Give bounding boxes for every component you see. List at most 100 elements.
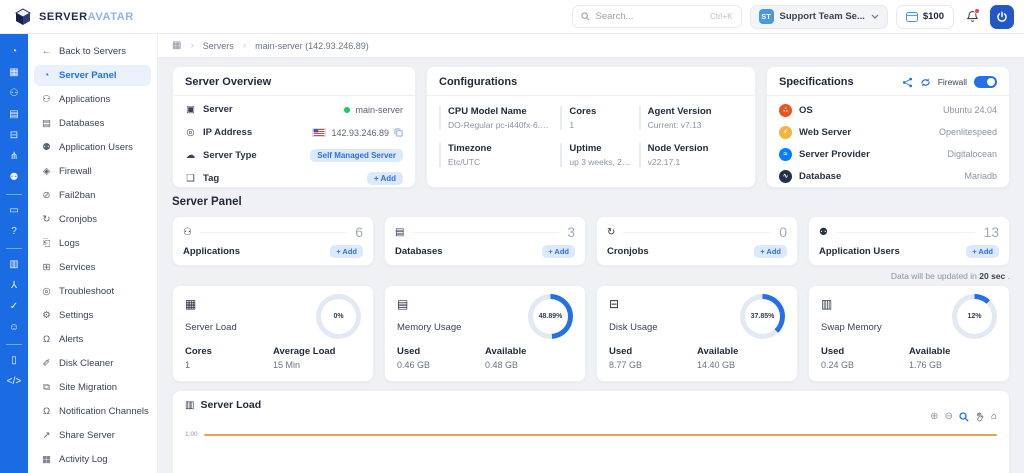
divider: [200, 232, 347, 233]
rail-analytics-icon[interactable]: ▥: [9, 260, 18, 270]
rail-organization-icon[interactable]: ⅄: [11, 281, 17, 291]
logo[interactable]: SERVERAVATAR: [10, 8, 134, 26]
rail-databases-icon[interactable]: ▤: [9, 110, 18, 120]
sidebar-item-troubleshoot[interactable]: ◎Troubleshoot: [34, 281, 151, 302]
config-cpu-model: CPU Model NameDO-Regular pc-i440fx-6.1 C…: [439, 106, 552, 130]
stat-card-application-users[interactable]: ⚉13 Application Users+ Add: [808, 216, 1010, 266]
share-icon[interactable]: [902, 77, 913, 88]
add-application-user-button[interactable]: + Add: [966, 245, 999, 258]
sidebar-item-applications[interactable]: ⚇Applications: [34, 89, 151, 110]
notifications-button[interactable]: [962, 7, 982, 27]
zoom-out-icon[interactable]: ⊖: [945, 412, 953, 422]
overview-row-server-type: ☁Server Type Self Managed Server: [185, 144, 403, 167]
icon-rail: ◔ ▦ ⚇ ▤ ⊟ ⋔ ⚉ ▭ ? ▥ ⅄ ✓ ☺ ▯ </>: [0, 34, 28, 473]
sidebar-item-settings[interactable]: ⚙Settings: [34, 305, 151, 326]
rail-users-icon[interactable]: ⚉: [10, 173, 19, 183]
global-search[interactable]: Ctrl+K: [572, 5, 742, 28]
ubuntu-icon: ∴: [779, 104, 792, 117]
rail-panel-icon[interactable]: ▦: [9, 68, 18, 78]
wallet-button[interactable]: $100: [896, 5, 954, 29]
add-application-button[interactable]: + Add: [330, 245, 363, 258]
monitor-icon: ⊞: [41, 262, 52, 273]
rail-status-icon[interactable]: ✓: [10, 302, 18, 312]
pan-hand-icon[interactable]: [975, 412, 985, 422]
rail-device-icon[interactable]: ▯: [11, 356, 17, 366]
search-icon: [581, 12, 590, 21]
add-cronjob-button[interactable]: + Add: [754, 245, 787, 258]
sidebar-item-fail2ban[interactable]: ⊘Fail2ban: [34, 185, 151, 206]
applications-count: 6: [355, 224, 363, 240]
spec-row-server-provider: ≈Server Provider Digitalocean: [779, 143, 997, 165]
databases-count: 3: [567, 224, 575, 240]
search-shortcut: Ctrl+K: [710, 12, 732, 21]
grid-icon[interactable]: ▦: [172, 40, 181, 51]
rail-applications-icon[interactable]: ⚇: [10, 89, 19, 99]
disk-icon: ⊟: [609, 297, 619, 311]
apps-icon: ⚇: [41, 94, 52, 105]
sidebar-item-application-users[interactable]: ⚉Application Users: [34, 137, 151, 158]
metric-card-swap: ▥ 12% Swap Memory Used0.24 GB Available1…: [808, 285, 1010, 382]
copy-icon[interactable]: [394, 128, 403, 137]
us-flag-icon: [312, 128, 326, 137]
zoom-in-icon[interactable]: ⊕: [930, 412, 938, 422]
rail-code-icon[interactable]: </>: [7, 377, 21, 387]
add-database-button[interactable]: + Add: [542, 245, 575, 258]
chevron-down-icon: [871, 14, 879, 19]
sidebar-item-activity-log[interactable]: ▦Activity Log: [34, 449, 151, 470]
search-input[interactable]: [596, 11, 705, 22]
rail-storage-icon[interactable]: ⊟: [10, 131, 18, 141]
share-icon: ↗: [41, 430, 52, 441]
bar-chart-icon: ▥: [185, 400, 194, 411]
document-icon: ⎗: [41, 238, 52, 249]
stat-card-applications[interactable]: ⚇6 Applications+ Add: [172, 216, 374, 266]
brand-text: SERVERAVATAR: [39, 11, 134, 23]
selection-zoom-icon[interactable]: [959, 412, 969, 422]
add-tag-button[interactable]: + Add: [367, 172, 403, 185]
home-reset-icon[interactable]: ⌂: [991, 412, 997, 422]
metric-card-server-load: ▦ 0% Server Load Cores1 Average Load15 M…: [172, 285, 374, 382]
rail-billing-icon[interactable]: ▭: [9, 206, 18, 216]
mariadb-icon: ∿: [779, 170, 792, 183]
sidebar-item-alerts[interactable]: ΩAlerts: [34, 329, 151, 350]
sidebar-item-share-server[interactable]: ↗Share Server: [34, 425, 151, 446]
power-button[interactable]: [990, 5, 1014, 29]
server-type-badge: Self Managed Server: [310, 149, 403, 162]
server-load-donut: 0%: [316, 294, 361, 339]
server-load-chart-card: ▥ Server Load ⊕ ⊖ ⌂: [172, 390, 1010, 473]
sidebar-item-notification-channels[interactable]: ΩNotification Channels: [34, 401, 151, 422]
rail-dashboard-icon[interactable]: ◔: [11, 47, 17, 57]
team-selector[interactable]: ST Support Team Se...: [750, 5, 888, 29]
sidebar-item-databases[interactable]: ▤Databases: [34, 113, 151, 134]
stat-card-databases[interactable]: ▤3 Databases+ Add: [384, 216, 586, 266]
stat-card-cronjobs[interactable]: ↻0 Cronjobs+ Add: [596, 216, 798, 266]
gear-icon: ⚙: [41, 310, 52, 321]
sidebar-item-server-panel[interactable]: ◔Server Panel: [34, 65, 151, 86]
server-overview-card: Server Overview ▣Server main-server ◎IP …: [172, 66, 416, 188]
credit-card-icon: [906, 12, 918, 22]
database-icon: ▤: [395, 227, 404, 238]
sidebar-item-firewall[interactable]: ◈Firewall: [34, 161, 151, 182]
sidebar-item-disk-cleaner[interactable]: ✐Disk Cleaner: [34, 353, 151, 374]
cpu-icon: ▦: [185, 297, 196, 311]
divider: [623, 232, 771, 233]
cloud-icon: ☁: [185, 150, 196, 161]
sidebar-item-services[interactable]: ⊞Services: [34, 257, 151, 278]
spec-row-os: ∴OS Ubuntu 24.04: [779, 99, 997, 121]
rail-help-icon[interactable]: ?: [11, 227, 17, 237]
rail-support-icon[interactable]: ☺: [9, 323, 19, 333]
sidebar-item-logs[interactable]: ⎗Logs: [34, 233, 151, 254]
gauge-icon: ◔: [41, 70, 52, 81]
configurations-card: Configurations CPU Model NameDO-Regular …: [426, 66, 756, 188]
rail-network-icon[interactable]: ⋔: [10, 152, 18, 162]
sidebar-item-site-migration[interactable]: ⧉Site Migration: [34, 377, 151, 398]
memory-icon: ▤: [397, 297, 408, 311]
refresh-icon[interactable]: [920, 77, 931, 88]
sidebar-back-to-servers[interactable]: ← Back to Servers: [34, 41, 151, 62]
database-icon: ▤: [41, 118, 52, 129]
breadcrumb-servers[interactable]: Servers: [203, 41, 234, 51]
ban-icon: ⊘: [41, 190, 52, 201]
location-pin-icon: ◎: [185, 127, 196, 138]
config-cores: Cores1: [560, 106, 630, 130]
sidebar-item-cronjobs[interactable]: ↻Cronjobs: [34, 209, 151, 230]
firewall-toggle[interactable]: [974, 76, 997, 88]
